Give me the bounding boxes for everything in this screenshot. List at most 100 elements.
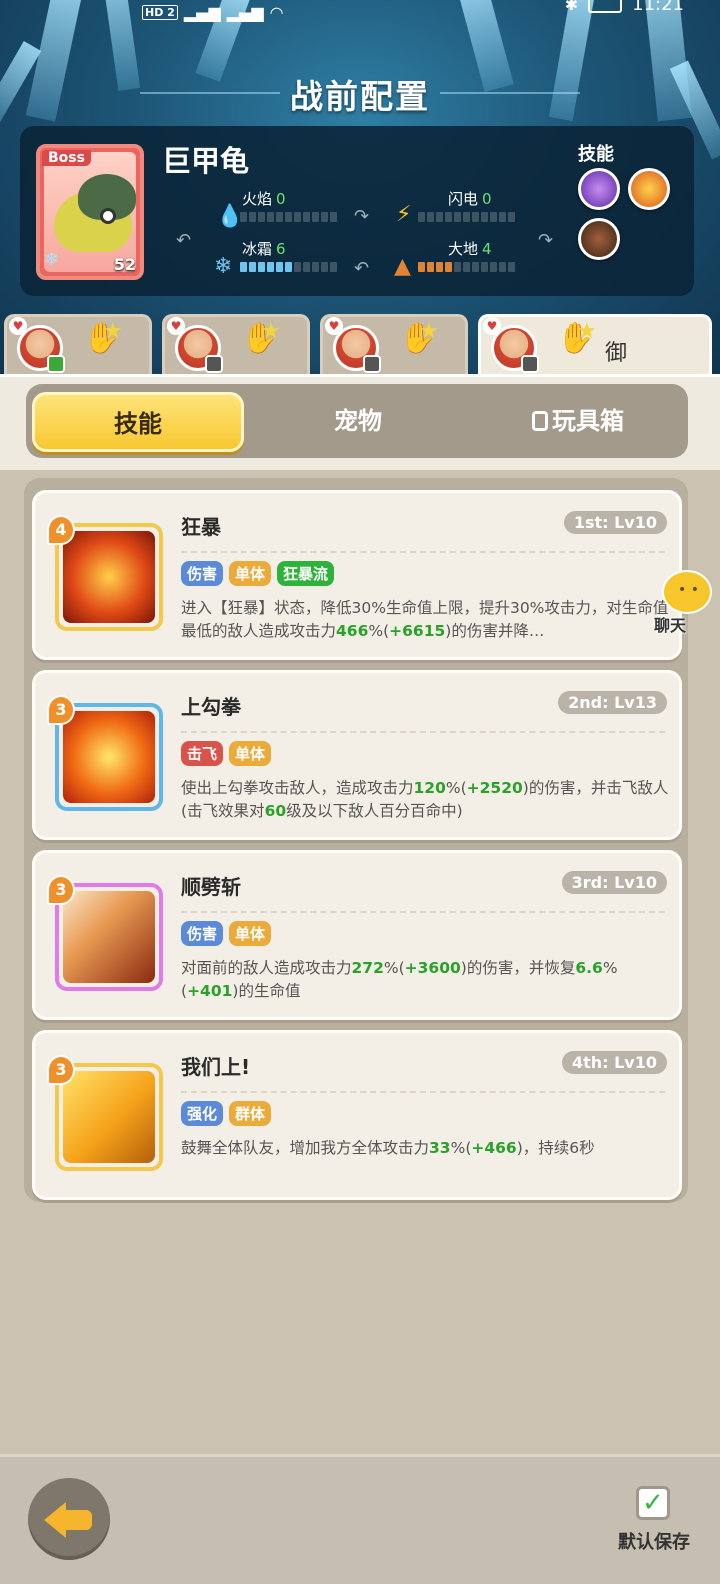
attr-bar-segment	[445, 212, 452, 222]
fire-crown-icon[interactable]	[628, 168, 670, 210]
purple-swirl-icon[interactable]	[578, 168, 620, 210]
skill-tag: 狂暴流	[277, 561, 335, 586]
clock: 11:21	[632, 0, 684, 15]
skill-level: 1st: Lv10	[563, 511, 667, 534]
attr-bar-segment	[294, 262, 301, 272]
skill-level: 4th: Lv10	[561, 1051, 667, 1074]
skill-level: 3rd: Lv10	[561, 871, 667, 894]
attr-bar-segment	[285, 262, 292, 272]
back-button[interactable]	[28, 1478, 110, 1560]
back-arrow-icon	[44, 1502, 66, 1538]
description-text: %(	[445, 779, 467, 797]
skill-tag: 单体	[229, 561, 272, 586]
heart-icon: ♥	[483, 317, 501, 335]
cycle-arrow-icon: ↶	[176, 230, 192, 251]
checkbox-icon[interactable]: ✓	[636, 1486, 670, 1520]
tab-pets[interactable]: 宠物	[252, 392, 464, 452]
skill-card[interactable]: 3 我们上! 4th: Lv10 强化 群体 鼓舞全体队友，增加我方全体攻击力3…	[32, 1030, 682, 1200]
attr-bar-segment	[240, 262, 247, 272]
skill-tag: 伤害	[181, 561, 224, 586]
status-bar: HD 2 ▂▄▆ ▂▄▆ ◠ ✱ 11:21	[0, 0, 720, 24]
star-icon: ★	[577, 319, 597, 344]
skill-tags: 伤害 单体	[181, 921, 272, 946]
attr-bar-segment	[312, 212, 319, 222]
attr-bar-segment	[312, 262, 319, 272]
chat-button[interactable]: • •	[662, 570, 712, 614]
hero-tab-3[interactable]: ♥ ✋ ★	[320, 314, 468, 378]
earth-icon: ▲	[394, 254, 411, 279]
turtle-eye	[100, 208, 116, 224]
description-text: )，持续6秒	[516, 1139, 595, 1157]
wifi-icon: ◠	[269, 3, 284, 22]
attr-bar-segment	[490, 212, 497, 222]
frost-element-icon: ❄	[44, 249, 60, 270]
hero-tab-2[interactable]: ♥ ✋ ★	[162, 314, 310, 378]
attr-lightning-bar	[418, 212, 515, 222]
hero-class-badge	[47, 355, 65, 373]
tab-toybox-label: 玩具箱	[552, 407, 624, 435]
divider	[181, 731, 665, 733]
skill-tags: 击飞 单体	[181, 741, 272, 766]
boss-portrait[interactable]: Boss ❄ 52	[36, 144, 144, 280]
default-save-label[interactable]: 默认保存	[618, 1528, 690, 1554]
skill-rank-badge: 4	[47, 515, 75, 545]
attr-bar-segment	[508, 262, 515, 272]
skill-tag: 群体	[229, 1101, 272, 1126]
heart-icon: ♥	[167, 317, 185, 335]
attr-bar-segment	[454, 212, 461, 222]
attr-bar-segment	[303, 212, 310, 222]
attr-bar-segment	[418, 212, 425, 222]
attr-bar-segment	[418, 262, 425, 272]
cycle-arrow-icon: ↷	[354, 206, 370, 227]
highlight-value: 33	[429, 1139, 451, 1157]
tab-toybox[interactable]: 玩具箱	[472, 392, 684, 452]
highlight-value: +466	[471, 1139, 517, 1157]
skill-tag: 单体	[229, 921, 272, 946]
attr-bar-segment	[472, 212, 479, 222]
skill-card[interactable]: 4 狂暴 1st: Lv10 伤害 单体 狂暴流 进入【狂暴】状态，降低30%生…	[32, 490, 682, 660]
skill-tag: 单体	[229, 741, 272, 766]
description-text: )的伤害，并恢复	[460, 959, 576, 977]
attr-bar-segment	[481, 212, 488, 222]
attr-bar-segment	[258, 262, 265, 272]
attr-bar-segment	[267, 262, 274, 272]
attr-bar-segment	[508, 212, 515, 222]
highlight-value: +2520	[466, 779, 523, 797]
page-title: 战前配置	[290, 77, 430, 116]
attr-bar-segment	[481, 262, 488, 272]
description-text: %(	[368, 622, 390, 640]
skill-name: 我们上!	[181, 1055, 251, 1079]
highlight-value: 60	[264, 802, 287, 820]
attr-earth-value: 4	[482, 240, 492, 258]
tab-skills[interactable]: 技能	[32, 392, 244, 452]
skill-card[interactable]: 3 顺劈斩 3rd: Lv10 伤害 单体 对面前的敌人造成攻击力272%(+3…	[32, 850, 682, 1020]
network-badge: HD 2	[142, 5, 178, 20]
hero-tab-4[interactable]: ♥ ✋ ★ 御	[478, 314, 712, 378]
skill-level: 2nd: Lv13	[558, 691, 667, 714]
boss-level: 52	[113, 255, 136, 274]
highlight-value: +3600	[404, 959, 461, 977]
attr-bar-segment	[285, 212, 292, 222]
attr-fire-value: 0	[276, 190, 286, 208]
dark-beast-icon[interactable]	[578, 218, 620, 260]
description-text: 级及以下敌人百分百命中)	[286, 802, 463, 820]
hero-tab-1[interactable]: ♥ ✋ ★	[4, 314, 152, 378]
attr-bar-segment	[436, 262, 443, 272]
smiley-icon: • •	[678, 582, 699, 598]
skill-name: 顺劈斩	[181, 875, 241, 899]
chat-label[interactable]: 聊天	[654, 612, 686, 636]
attr-earth: 大地 4	[448, 238, 492, 259]
highlight-value: 6.6	[575, 959, 603, 977]
boss-tag: Boss	[42, 150, 91, 166]
attr-bar-segment	[427, 262, 434, 272]
highlight-value: 272	[351, 959, 384, 977]
attr-bar-segment	[427, 212, 434, 222]
attr-bar-segment	[330, 212, 337, 222]
signal-icon-2: ▂▄▆	[226, 3, 264, 22]
skill-card[interactable]: 3 上勾拳 2nd: Lv13 击飞 单体 使出上勾拳攻击敌人，造成攻击力120…	[32, 670, 682, 840]
boss-name: 巨甲龟	[162, 144, 250, 178]
attr-bar-segment	[445, 262, 452, 272]
hero-class-badge	[363, 355, 381, 373]
hero-class-badge	[205, 355, 223, 373]
attr-bar-segment	[303, 262, 310, 272]
